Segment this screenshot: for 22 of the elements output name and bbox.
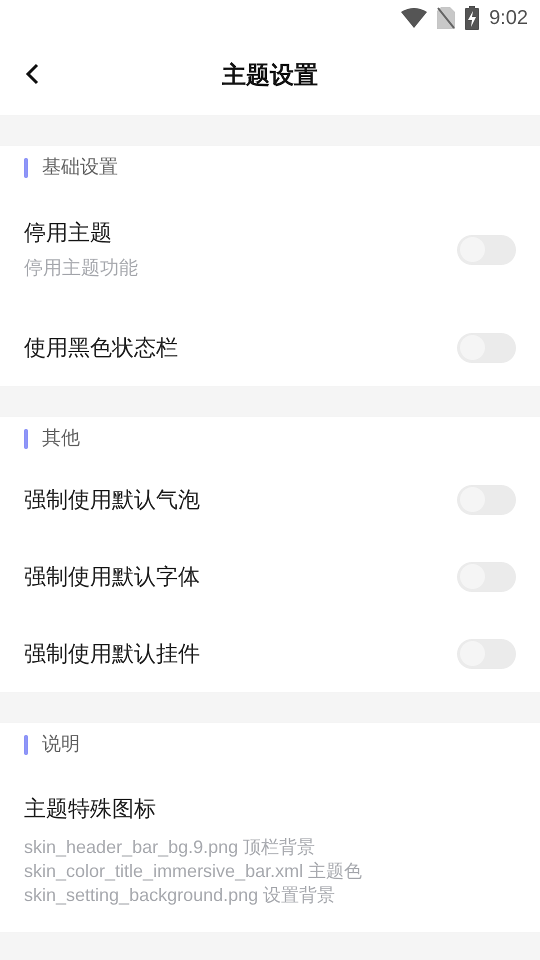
setting-title: 强制使用默认气泡 (24, 486, 200, 514)
setting-title: 强制使用默认挂件 (24, 640, 200, 668)
section-marker (24, 429, 28, 449)
setting-title: 主题特殊图标 (24, 795, 157, 823)
battery-charging-icon (465, 6, 480, 30)
description-line: skin_color_title_immersive_bar.xml 主题色 (24, 860, 364, 883)
setting-title: 强制使用默认字体 (24, 562, 200, 590)
section-title: 说明 (42, 732, 80, 757)
back-icon (25, 63, 39, 85)
wifi-icon (401, 8, 428, 28)
section-marker (24, 158, 28, 178)
description-line: skin_setting_background.png 设置背景 (24, 884, 336, 907)
status-time: 9:02 (489, 6, 528, 31)
section-title: 基础设置 (42, 156, 118, 180)
no-sim-icon (437, 7, 456, 29)
section-marker (24, 735, 28, 755)
setting-subtitle: 停用主题功能 (24, 256, 138, 280)
setting-title: 使用黑色状态栏 (24, 334, 178, 362)
setting-title: 停用主题 (24, 218, 113, 246)
section-title: 其他 (42, 426, 80, 451)
page-title: 主题设置 (222, 60, 318, 90)
description-line: skin_header_bar_bg.9.png 顶栏背景 (24, 836, 316, 859)
